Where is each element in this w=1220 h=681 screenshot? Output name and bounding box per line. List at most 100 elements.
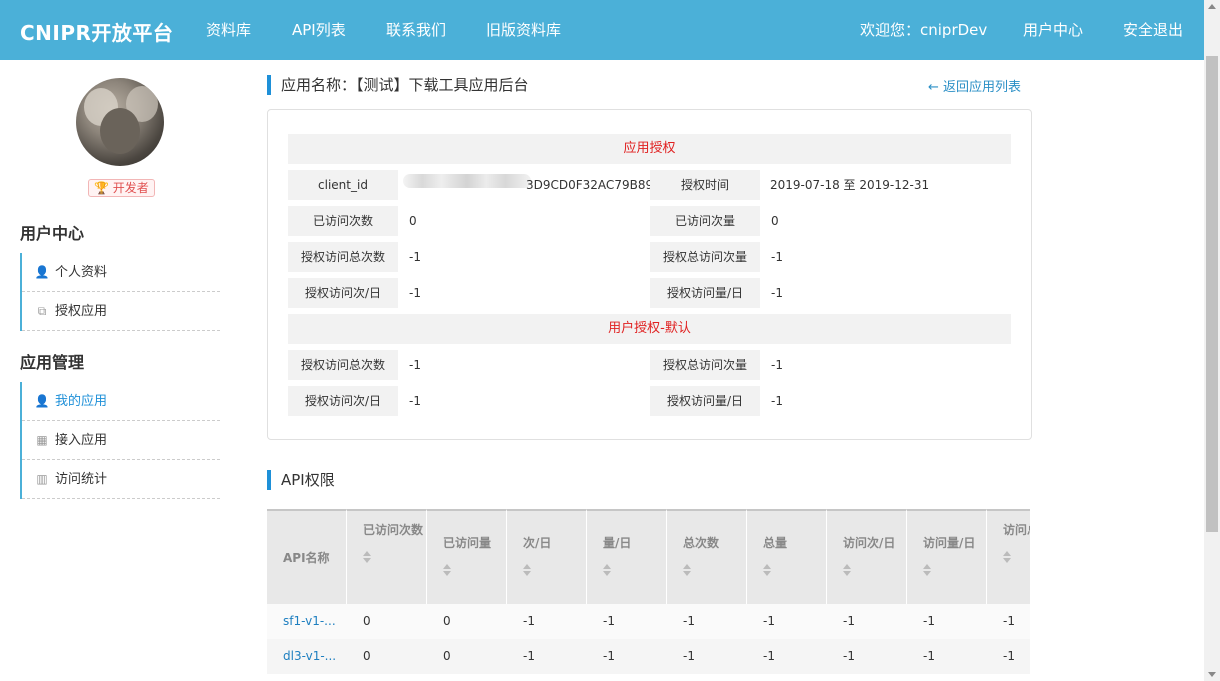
user-total-amount-value: -1 (771, 358, 783, 372)
top-navbar: CNIPR开放平台 资料库 API列表 联系我们 旧版资料库 欢迎您：cnipr… (0, 0, 1204, 60)
table-row: dl3-v1-... 0 0 -1 -1 -1 -1 -1 -1 -1 (267, 639, 1030, 674)
sidebar-item-my-apps[interactable]: 👤 我的应用 (22, 382, 220, 421)
column-header-total-amount[interactable]: 总量 (747, 509, 827, 604)
client-id-value: 3D9CD0F32AC79B89 (526, 178, 654, 192)
auth-time-label: 授权时间 (650, 170, 760, 200)
user-total-amount-label: 授权总访问次量 (650, 350, 760, 380)
api-name-link[interactable]: sf1-v1-... (283, 604, 343, 639)
table-cell: -1 (843, 649, 855, 663)
total-count-value: -1 (409, 250, 421, 264)
developer-badge: 🏆 开发者 (88, 179, 155, 197)
sort-icon[interactable] (363, 550, 371, 563)
main-content: 应用名称：【测试】下载工具应用后台 ← 返回应用列表 应用授权 client_i… (240, 60, 1204, 681)
sort-icon[interactable] (683, 563, 691, 576)
user-total-count-value: -1 (409, 358, 421, 372)
nav-user-center[interactable]: 用户中心 (1023, 19, 1083, 40)
user-icon: 👤 (34, 394, 50, 408)
sidebar-item-access-apps[interactable]: ▦ 接入应用 (22, 421, 220, 460)
column-header-visited-count[interactable]: 已访问次数 (347, 509, 427, 604)
visited-count-value: 0 (409, 214, 417, 228)
table-cell: -1 (763, 614, 775, 628)
table-cell: -1 (683, 614, 695, 628)
nav-item-api-list[interactable]: API列表 (292, 19, 346, 40)
sort-icon[interactable] (1003, 550, 1011, 563)
table-row: sf1-v1-... 0 0 -1 -1 -1 -1 -1 -1 -1 (267, 604, 1030, 639)
sidebar-item-statistics[interactable]: ▥ 访问统计 (22, 460, 220, 499)
column-header-amount-per-day[interactable]: 访问量/日 (907, 509, 987, 604)
scroll-up-arrow-icon[interactable] (1208, 4, 1216, 9)
visited-count-label: 已访问次数 (288, 206, 398, 236)
column-header-per-day-amount[interactable]: 量/日 (587, 509, 667, 604)
table-cell: 0 (443, 614, 451, 628)
client-id-redacted (403, 174, 531, 188)
sidebar-item-profile[interactable]: 👤 个人资料 (22, 253, 220, 292)
authorization-card: 应用授权 client_id 3D9CD0F32AC79B89 授权时间 201… (267, 109, 1032, 440)
scroll-down-arrow-icon[interactable] (1208, 672, 1216, 677)
auth-time-value: 2019-07-18 至 2019-12-31 (770, 178, 930, 192)
welcome-text: 欢迎您：cniprDev (860, 21, 988, 39)
sort-icon[interactable] (763, 563, 771, 576)
total-amount-value: -1 (771, 250, 783, 264)
api-permissions-title: API权限 (267, 470, 335, 490)
table-cell: -1 (603, 649, 615, 663)
nav-item-library[interactable]: 资料库 (206, 19, 251, 40)
window-icon: ⧉ (37, 304, 47, 318)
bar-chart-icon: ▥ (36, 472, 48, 486)
user-daily-amount-value: -1 (771, 394, 783, 408)
table-cell: -1 (1003, 649, 1015, 663)
column-header-total-count[interactable]: 总次数 (667, 509, 747, 604)
column-header-per-day-count[interactable]: 次/日 (507, 509, 587, 604)
user-total-count-label: 授权访问总次数 (288, 350, 398, 380)
app-name-title: 应用名称：【测试】下载工具应用后台 (267, 75, 529, 95)
scrollbar-thumb[interactable] (1206, 56, 1218, 532)
daily-count-value: -1 (409, 286, 421, 300)
user-daily-count-label: 授权访问次/日 (288, 386, 398, 416)
sort-icon[interactable] (923, 563, 931, 576)
table-cell: 0 (363, 614, 371, 628)
sort-icon[interactable] (603, 563, 611, 576)
table-cell: -1 (523, 614, 535, 628)
column-header-visited-amount[interactable]: 已访问量 (427, 509, 507, 604)
table-cell: 0 (443, 649, 451, 663)
sort-icon[interactable] (843, 563, 851, 576)
column-header-access-per-day[interactable]: 访问次/日 (827, 509, 907, 604)
nav-item-contact[interactable]: 联系我们 (386, 19, 446, 40)
visited-amount-value: 0 (771, 214, 779, 228)
user-daily-amount-label: 授权访问量/日 (650, 386, 760, 416)
trophy-icon: 🏆 (94, 181, 109, 195)
column-header-api-name[interactable]: API名称 (267, 509, 347, 604)
nav-item-old-library[interactable]: 旧版资料库 (486, 19, 561, 40)
back-to-app-list-link[interactable]: ← 返回应用列表 (928, 76, 1021, 95)
column-header-access-total-count[interactable]: 访问总次数 (987, 509, 1030, 604)
table-cell: -1 (603, 614, 615, 628)
sidebar-item-authorized-apps[interactable]: ⧉ 授权应用 (22, 292, 220, 331)
total-amount-label: 授权总访问次量 (650, 242, 760, 272)
section-user-authorization: 用户授权-默认 (288, 314, 1011, 344)
sort-icon[interactable] (523, 563, 531, 576)
sort-icon[interactable] (443, 563, 451, 576)
user-center-menu: 👤 个人资料 ⧉ 授权应用 (20, 253, 220, 331)
table-cell: -1 (923, 649, 935, 663)
daily-amount-label: 授权访问量/日 (650, 278, 760, 308)
user-center-title: 用户中心 (20, 224, 85, 243)
building-icon: ▦ (36, 433, 48, 447)
api-permissions-table: API名称 已访问次数 已访问量 次/日 量/日 总次数 总量 访问次/日 访问… (267, 509, 1030, 681)
table-cell: -1 (763, 649, 775, 663)
visited-amount-label: 已访问次量 (650, 206, 760, 236)
section-app-authorization: 应用授权 (288, 134, 1011, 164)
api-name-link[interactable]: dl3-v1-... (283, 639, 343, 674)
app-management-menu: 👤 我的应用 ▦ 接入应用 ▥ 访问统计 (20, 382, 220, 499)
table-cell: -1 (683, 649, 695, 663)
user-icon: 👤 (34, 265, 50, 279)
table-cell: 0 (363, 649, 371, 663)
nav-logout[interactable]: 安全退出 (1123, 19, 1183, 40)
sidebar: 🏆 开发者 用户中心 👤 个人资料 ⧉ 授权应用 应用管理 👤 我的应用 ▦ 接… (0, 60, 240, 681)
avatar[interactable] (76, 78, 164, 166)
app-management-title: 应用管理 (20, 353, 85, 372)
brand-logo[interactable]: CNIPR开放平台 (20, 17, 173, 46)
client-id-label: client_id (288, 170, 398, 200)
daily-amount-value: -1 (771, 286, 783, 300)
table-cell: -1 (923, 614, 935, 628)
page-scrollbar[interactable] (1204, 0, 1220, 681)
user-daily-count-value: -1 (409, 394, 421, 408)
